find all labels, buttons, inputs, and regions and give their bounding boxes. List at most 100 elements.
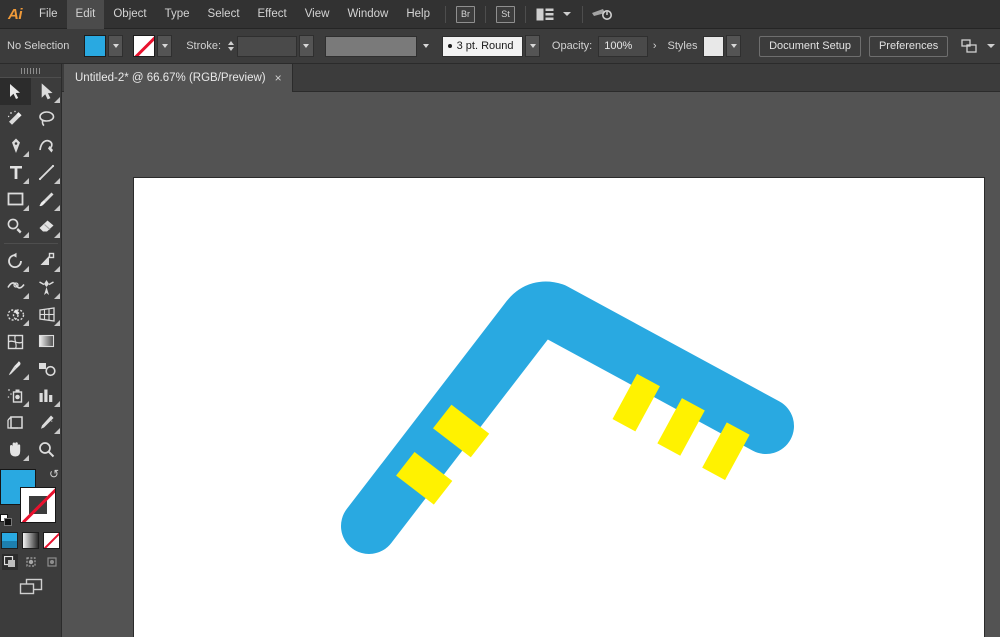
- eyedropper-tool[interactable]: [0, 355, 31, 382]
- color-mode-row: [0, 532, 61, 549]
- magic-wand-tool[interactable]: [0, 105, 31, 132]
- stroke-inner-hole: [29, 496, 47, 514]
- symbol-sprayer-tool[interactable]: [0, 382, 31, 409]
- stroke-profile-input[interactable]: [325, 35, 417, 57]
- document-tab-bar: Untitled-2* @ 66.67% (RGB/Preview) ×: [0, 64, 1000, 92]
- bridge-button[interactable]: Br: [456, 5, 475, 23]
- tools-panel: ↺: [0, 64, 62, 637]
- illustrator-window: Ai File Edit Object Type Select Effect V…: [0, 0, 1000, 637]
- boomerang-illustration[interactable]: [134, 178, 986, 637]
- change-screen-mode-icon[interactable]: [18, 578, 44, 601]
- gradient-mode-button[interactable]: [22, 532, 39, 549]
- mesh-tool[interactable]: [0, 328, 31, 355]
- stroke-weight-stepper[interactable]: [225, 35, 237, 57]
- brush-definition-value: 3 pt. Round: [456, 40, 514, 52]
- menu-window[interactable]: Window: [338, 0, 397, 29]
- ai-logo-icon: Ai: [8, 5, 23, 23]
- default-fill-stroke-icon[interactable]: [0, 514, 13, 527]
- stroke-color-control[interactable]: [133, 35, 173, 57]
- document-tab[interactable]: Untitled-2* @ 66.67% (RGB/Preview) ×: [64, 64, 293, 92]
- scale-tool[interactable]: [31, 247, 62, 274]
- type-tool[interactable]: [0, 159, 31, 186]
- selection-status: No Selection: [7, 40, 70, 52]
- line-segment-tool[interactable]: [31, 159, 62, 186]
- menu-object[interactable]: Object: [104, 0, 155, 29]
- zoom-tool[interactable]: [31, 436, 62, 463]
- graphic-style-swatch[interactable]: [703, 35, 725, 57]
- draw-mode-row: [0, 554, 61, 570]
- stroke-weight-chevron-down-icon[interactable]: [298, 35, 314, 57]
- tools-grid: [0, 78, 61, 463]
- opacity-input[interactable]: 100%: [598, 35, 648, 57]
- search-adobe-stock-icon[interactable]: [591, 4, 613, 24]
- tools-panel-drag-handle[interactable]: [0, 64, 61, 78]
- align-objects-icon[interactable]: [958, 36, 980, 56]
- document-setup-button[interactable]: Document Setup: [759, 35, 862, 57]
- screen-mode-row: [0, 578, 61, 601]
- swap-fill-stroke-icon[interactable]: ↺: [49, 467, 59, 481]
- styles-chevron-down-icon[interactable]: [726, 35, 742, 57]
- menu-edit[interactable]: Edit: [66, 0, 105, 29]
- menu-divider-3: [525, 5, 526, 23]
- none-mode-button[interactable]: [43, 532, 60, 549]
- menu-help[interactable]: Help: [397, 0, 439, 29]
- fill-control[interactable]: [84, 35, 124, 57]
- arrange-chevron-down-icon[interactable]: [563, 12, 571, 16]
- opacity-options-chevron-right-icon[interactable]: ›: [648, 40, 662, 52]
- shaper-tool[interactable]: [0, 213, 31, 240]
- slice-tool[interactable]: [31, 409, 62, 436]
- toolbar-stroke-swatch-none[interactable]: [20, 487, 56, 523]
- stroke-label[interactable]: Stroke:: [186, 40, 221, 52]
- free-transform-tool[interactable]: [31, 274, 62, 301]
- menu-divider-2: [485, 5, 486, 23]
- preferences-button[interactable]: Preferences: [868, 35, 949, 57]
- fill-dropdown-chevron-down-icon[interactable]: [108, 35, 124, 57]
- align-chevron-down-icon[interactable]: [987, 44, 996, 48]
- blend-tool[interactable]: [31, 355, 62, 382]
- stroke-dropdown-chevron-down-icon[interactable]: [157, 35, 173, 57]
- document-tab-title: Untitled-2* @ 66.67% (RGB/Preview): [75, 72, 266, 84]
- menu-select[interactable]: Select: [199, 0, 249, 29]
- arrange-documents-icon[interactable]: [534, 4, 556, 24]
- rotate-tool[interactable]: [0, 247, 31, 274]
- tools-divider-1: [4, 243, 58, 244]
- selection-tool[interactable]: [0, 78, 31, 105]
- paintbrush-tool[interactable]: [31, 186, 62, 213]
- menu-divider: [445, 5, 446, 23]
- menu-file[interactable]: File: [30, 0, 67, 29]
- stroke-profile-chevron-down-icon[interactable]: [418, 35, 434, 57]
- brush-definition-field[interactable]: 3 pt. Round: [441, 35, 524, 57]
- hand-tool[interactable]: [0, 436, 31, 463]
- stock-button[interactable]: St: [496, 5, 515, 23]
- menu-effect[interactable]: Effect: [249, 0, 296, 29]
- rectangle-tool[interactable]: [0, 186, 31, 213]
- draw-normal-button[interactable]: [1, 554, 18, 570]
- brush-dot-icon: [447, 44, 452, 48]
- curvature-tool[interactable]: [31, 132, 62, 159]
- shape-builder-tool[interactable]: [0, 301, 31, 328]
- menu-view[interactable]: View: [296, 0, 339, 29]
- artboard[interactable]: [133, 177, 985, 637]
- opacity-label[interactable]: Opacity:: [552, 40, 592, 52]
- menu-type[interactable]: Type: [156, 0, 199, 29]
- eraser-tool[interactable]: [31, 213, 62, 240]
- width-tool[interactable]: [0, 274, 31, 301]
- stroke-weight-input[interactable]: [236, 35, 297, 57]
- canvas-area[interactable]: [62, 92, 1000, 637]
- lasso-tool[interactable]: [31, 105, 62, 132]
- color-mode-button[interactable]: [1, 532, 18, 549]
- pen-tool[interactable]: [0, 132, 31, 159]
- gradient-tool[interactable]: [31, 328, 62, 355]
- column-graph-tool[interactable]: [31, 382, 62, 409]
- stroke-swatch-none-icon[interactable]: [133, 35, 156, 57]
- brush-definition-chevron-down-icon[interactable]: [525, 35, 540, 57]
- fill-swatch[interactable]: [84, 35, 107, 57]
- artboard-tool[interactable]: [0, 409, 31, 436]
- draw-inside-button[interactable]: [44, 554, 60, 570]
- styles-label[interactable]: Styles: [668, 40, 698, 52]
- direct-selection-tool[interactable]: [31, 78, 62, 105]
- close-icon[interactable]: ×: [275, 72, 282, 84]
- fill-stroke-indicator: ↺: [0, 467, 61, 529]
- perspective-grid-tool[interactable]: [31, 301, 62, 328]
- draw-behind-button[interactable]: [23, 554, 39, 570]
